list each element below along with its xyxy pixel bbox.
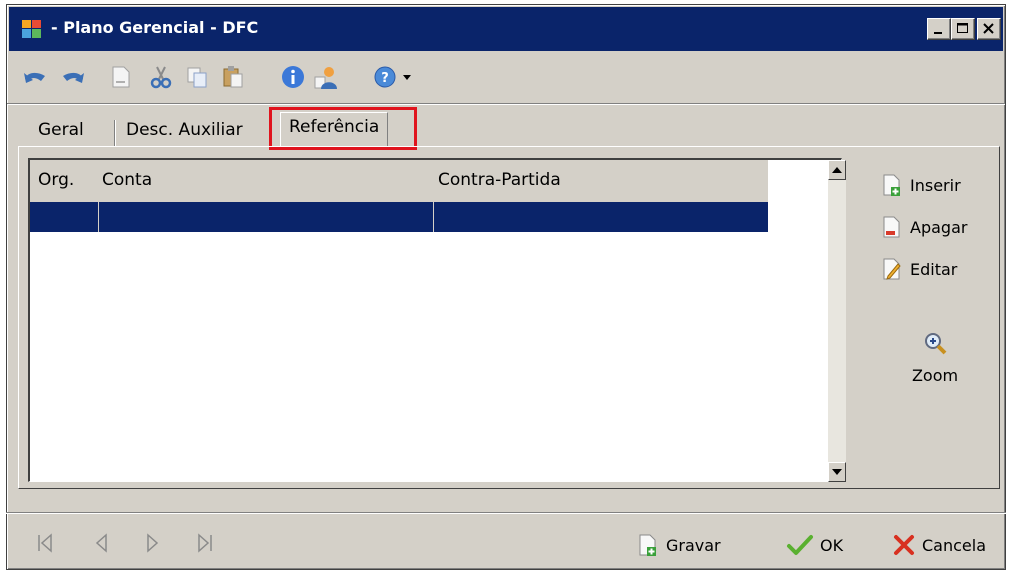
scroll-down-button[interactable]	[828, 462, 846, 482]
maximize-button[interactable]	[951, 18, 975, 40]
toolbar-separator	[7, 103, 1005, 105]
column-header-org[interactable]: Org.	[34, 160, 74, 202]
zoom-button[interactable]: Zoom	[900, 330, 970, 400]
cancel-button[interactable]: Cancela	[892, 530, 986, 560]
dropdown-arrow-icon[interactable]	[397, 63, 425, 91]
undo-icon[interactable]	[21, 63, 49, 91]
insert-button[interactable]: Inserir	[880, 168, 961, 202]
cut-icon[interactable]	[147, 63, 175, 91]
tab-referencia-label: Referência	[289, 117, 380, 137]
vertical-scrollbar[interactable]	[828, 160, 846, 482]
zoom-button-label: Zoom	[911, 366, 959, 385]
save-document-icon	[639, 534, 656, 556]
delete-button[interactable]: Apagar	[880, 210, 967, 244]
bottom-separator	[6, 512, 1006, 514]
zoom-icon	[925, 333, 947, 355]
paste-icon[interactable]	[219, 63, 247, 91]
redo-icon[interactable]	[59, 63, 87, 91]
tab-geral-label: Geral	[38, 120, 84, 140]
reference-grid[interactable]: Org. Conta Contra-Partida	[28, 158, 846, 482]
save-button-label: Gravar	[666, 535, 721, 555]
grid-header: Org. Conta Contra-Partida	[30, 160, 768, 202]
ok-button[interactable]: OK	[786, 530, 843, 560]
cancel-button-label: Cancela	[922, 535, 987, 555]
table-row[interactable]	[30, 202, 768, 232]
copy-icon[interactable]	[183, 63, 211, 91]
first-record-icon[interactable]	[36, 532, 54, 554]
previous-record-icon[interactable]	[92, 532, 110, 554]
edit-document-icon	[883, 258, 901, 280]
minimize-button[interactable]	[927, 18, 951, 40]
close-icon	[983, 23, 994, 34]
column-header-conta[interactable]: Conta	[98, 160, 152, 202]
window-title: - Plano Gerencial - DFC	[51, 18, 259, 37]
user-icon[interactable]	[311, 63, 339, 91]
last-record-icon[interactable]	[196, 532, 214, 554]
new-document-icon[interactable]	[107, 63, 135, 91]
minimize-icon	[934, 32, 942, 34]
next-record-icon[interactable]	[144, 532, 162, 554]
column-header-contra-partida[interactable]: Contra-Partida	[434, 160, 561, 202]
grid-cell-divider	[98, 202, 99, 232]
tab-desc-auxiliar-label: Desc. Auxiliar	[126, 120, 243, 140]
scroll-up-button[interactable]	[828, 160, 846, 180]
insert-document-icon	[883, 174, 900, 196]
info-icon[interactable]	[279, 63, 307, 91]
scroll-down-icon	[832, 469, 842, 475]
maximize-icon	[957, 23, 968, 33]
tab-desc-auxiliar[interactable]: Desc. Auxiliar	[118, 116, 251, 148]
svg-text:?: ?	[381, 71, 389, 86]
edit-button-label: Editar	[910, 259, 958, 279]
delete-button-label: Apagar	[910, 217, 968, 237]
title-bar[interactable]: - Plano Gerencial - DFC	[9, 7, 1003, 51]
grid-cell-divider	[433, 202, 434, 232]
delete-document-icon	[883, 216, 900, 238]
tab-referencia[interactable]: Referência	[280, 112, 389, 146]
app-icon	[22, 20, 41, 38]
tab-separator	[114, 120, 116, 146]
cancel-x-icon	[894, 535, 914, 555]
help-icon[interactable]: ?	[371, 63, 399, 91]
scroll-up-icon	[832, 167, 842, 173]
close-button[interactable]	[977, 18, 1001, 40]
toolbar: ?	[9, 53, 1003, 101]
ok-button-label: OK	[820, 535, 844, 555]
scroll-thumb[interactable]	[828, 180, 846, 462]
insert-button-label: Inserir	[910, 175, 961, 195]
tab-geral[interactable]: Geral	[30, 116, 92, 148]
edit-button[interactable]: Editar	[880, 252, 957, 286]
save-button[interactable]: Gravar	[636, 530, 721, 560]
checkmark-icon	[787, 535, 813, 555]
